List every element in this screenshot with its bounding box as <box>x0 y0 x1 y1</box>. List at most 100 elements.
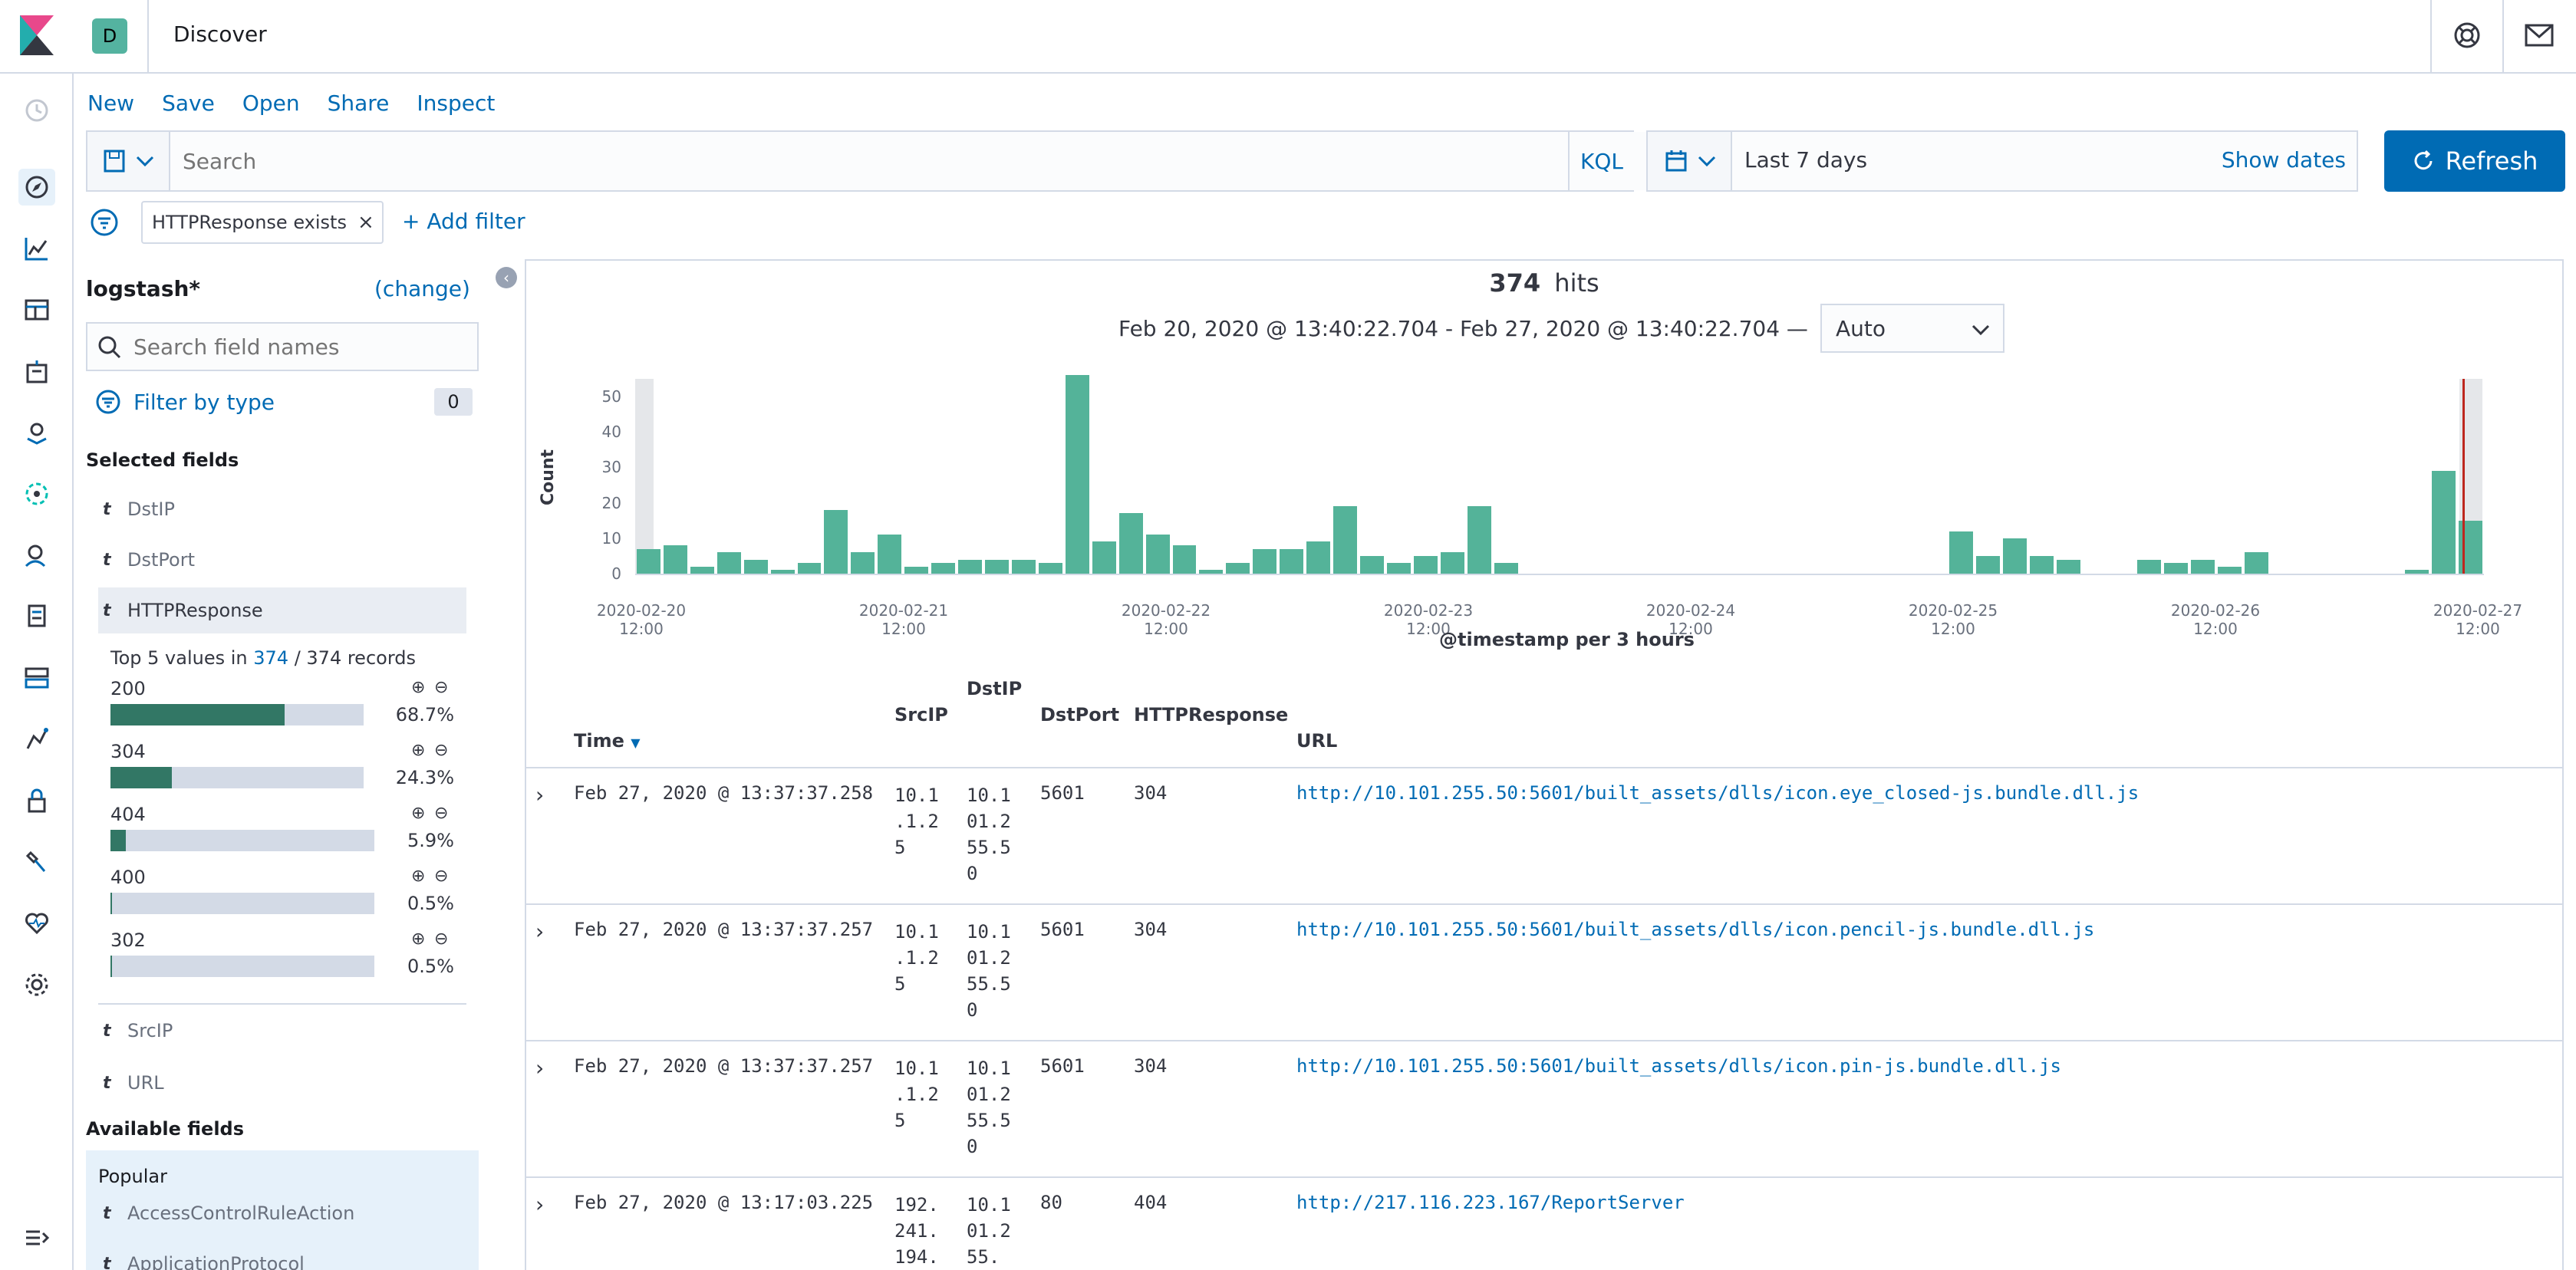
col-srcip-header[interactable]: SrcIP <box>894 704 948 725</box>
siem-icon[interactable] <box>18 537 55 574</box>
menu-save[interactable]: Save <box>162 90 215 116</box>
histogram-bar[interactable] <box>2030 555 2054 574</box>
col-dstip-header[interactable]: DstIP <box>967 678 1022 699</box>
histogram-bar[interactable] <box>797 563 822 574</box>
menu-open[interactable]: Open <box>242 90 300 116</box>
infra-icon[interactable] <box>18 660 55 696</box>
field-httpresponse[interactable]: t HTTPResponse <box>98 587 466 633</box>
histogram-bar[interactable] <box>1949 531 1974 574</box>
logs-icon[interactable] <box>18 598 55 635</box>
quick-menu-button[interactable] <box>1648 132 1732 190</box>
collapse-sidebar-icon[interactable]: ‹ <box>496 267 517 288</box>
remove-filter-close-icon[interactable]: × <box>357 211 374 234</box>
filter-for-value-icon[interactable]: ⊕ <box>411 678 425 697</box>
histogram-bar[interactable] <box>1467 506 1491 574</box>
histogram-bar[interactable] <box>690 566 714 574</box>
dev-tools-icon[interactable] <box>18 844 55 880</box>
expand-row-chevron-icon[interactable]: › <box>535 1055 544 1081</box>
expand-row-chevron-icon[interactable]: › <box>535 919 544 944</box>
field-search-input[interactable] <box>133 328 471 365</box>
table-row[interactable]: › Feb 27, 2020 @ 13:17:03.225 192. 241. 19… <box>525 1178 2562 1270</box>
filter-for-value-icon[interactable]: ⊕ <box>411 929 425 949</box>
filter-out-value-icon[interactable]: ⊖ <box>434 867 448 886</box>
cell-url-link[interactable]: http://10.101.255.50:5601/built_assets/d… <box>1296 919 2094 940</box>
filter-pill[interactable]: HTTPResponse exists × <box>141 201 384 244</box>
filter-out-value-icon[interactable]: ⊖ <box>434 804 448 823</box>
histogram-bar[interactable] <box>1386 563 1411 574</box>
monitoring-icon[interactable] <box>18 905 55 942</box>
histogram-bar[interactable] <box>1440 552 1464 574</box>
cell-url-link[interactable]: http://10.101.255.50:5601/built_assets/d… <box>1296 1055 2061 1077</box>
top5-count-link[interactable]: 374 <box>253 647 288 669</box>
cell-url-link[interactable]: http://217.116.223.167/ReportServer <box>1296 1192 1685 1213</box>
col-time-header[interactable]: Time ▼ <box>574 730 641 752</box>
cell-url-link[interactable]: http://10.101.255.50:5601/built_assets/d… <box>1296 782 2139 804</box>
histogram-bar[interactable] <box>1494 563 1518 574</box>
histogram-bar[interactable] <box>743 559 768 574</box>
histogram-bar[interactable] <box>1226 563 1250 574</box>
filter-menu-icon[interactable] <box>91 207 121 238</box>
filter-out-value-icon[interactable]: ⊖ <box>434 678 448 697</box>
histogram-bar[interactable] <box>1145 535 1170 574</box>
histogram-bar[interactable] <box>1413 555 1438 574</box>
histogram-bar[interactable] <box>1280 548 1304 574</box>
apm-icon[interactable] <box>18 721 55 758</box>
dashboard-icon[interactable] <box>18 291 55 328</box>
histogram-bar[interactable] <box>1360 555 1384 574</box>
histogram-bar[interactable] <box>2003 538 2028 574</box>
table-row[interactable]: › Feb 27, 2020 @ 13:37:37.257 10.1 .1.2 5 1… <box>525 1041 2562 1176</box>
filter-for-value-icon[interactable]: ⊕ <box>411 867 425 886</box>
filter-out-value-icon[interactable]: ⊖ <box>434 741 448 760</box>
filter-out-value-icon[interactable]: ⊖ <box>434 929 448 949</box>
menu-share[interactable]: Share <box>328 90 390 116</box>
discover-compass-icon[interactable] <box>18 169 55 206</box>
field-dstip[interactable]: t DstIP <box>98 488 466 531</box>
field-url[interactable]: t URL <box>98 1061 466 1104</box>
field-dstport[interactable]: t DstPort <box>98 538 466 581</box>
change-index-link[interactable]: (change) <box>374 276 470 301</box>
saved-query-button[interactable] <box>87 132 170 190</box>
filter-for-value-icon[interactable]: ⊕ <box>411 804 425 823</box>
menu-new[interactable]: New <box>87 90 134 116</box>
histogram-bar[interactable] <box>851 552 875 574</box>
refresh-button[interactable]: Refresh <box>2384 130 2565 192</box>
space-avatar[interactable]: D <box>92 18 127 54</box>
expand-row-chevron-icon[interactable]: › <box>535 1192 544 1217</box>
collapse-nav-icon[interactable] <box>18 1219 55 1256</box>
kql-button[interactable]: KQL <box>1568 132 1634 190</box>
show-dates-link[interactable]: Show dates <box>2222 147 2346 173</box>
sort-down-icon[interactable]: ▼ <box>631 735 640 750</box>
filter-by-type-button[interactable]: Filter by type <box>95 383 275 420</box>
histogram-bar[interactable] <box>1306 541 1331 574</box>
histogram-bar[interactable] <box>637 548 660 574</box>
histogram-bar[interactable] <box>2057 559 2081 574</box>
histogram-bar[interactable] <box>2136 559 2161 574</box>
filter-for-value-icon[interactable]: ⊕ <box>411 741 425 760</box>
interval-select[interactable]: Auto <box>1820 304 2004 353</box>
histogram-bar[interactable] <box>1172 545 1197 574</box>
mail-icon[interactable] <box>2524 21 2555 49</box>
histogram-bar[interactable] <box>824 509 848 574</box>
field-srcip[interactable]: t SrcIP <box>98 1009 466 1052</box>
security-lock-icon[interactable] <box>18 782 55 819</box>
time-range-label[interactable]: Last 7 days <box>1744 147 1867 173</box>
histogram-bar[interactable] <box>2244 552 2268 574</box>
histogram-bar[interactable] <box>1253 548 1277 574</box>
histogram-bar[interactable] <box>1038 563 1062 574</box>
histogram-bar[interactable] <box>931 563 956 574</box>
table-row[interactable]: › Feb 27, 2020 @ 13:37:37.258 10.1 .1.2 5 1… <box>525 768 2562 903</box>
table-row[interactable]: › Feb 27, 2020 @ 13:37:37.257 10.1 .1.2 5 1… <box>525 905 2562 1040</box>
histogram-bar[interactable] <box>878 535 902 574</box>
recent-clock-icon[interactable] <box>18 92 55 129</box>
histogram-bar[interactable] <box>1065 375 1089 574</box>
histogram-bar[interactable] <box>1976 555 2001 574</box>
histogram-bar[interactable] <box>1333 506 1358 574</box>
canvas-icon[interactable] <box>18 353 55 390</box>
histogram-bar[interactable] <box>1011 559 1036 574</box>
histogram-bar[interactable] <box>2190 559 2215 574</box>
field-accesscontrolruleaction[interactable]: t AccessControlRuleAction <box>98 1203 354 1224</box>
col-dstport-header[interactable]: DstPort <box>1040 704 1119 725</box>
ml-icon[interactable] <box>18 475 55 512</box>
management-gear-icon[interactable] <box>18 966 55 1003</box>
kibana-logo[interactable] <box>20 15 54 55</box>
